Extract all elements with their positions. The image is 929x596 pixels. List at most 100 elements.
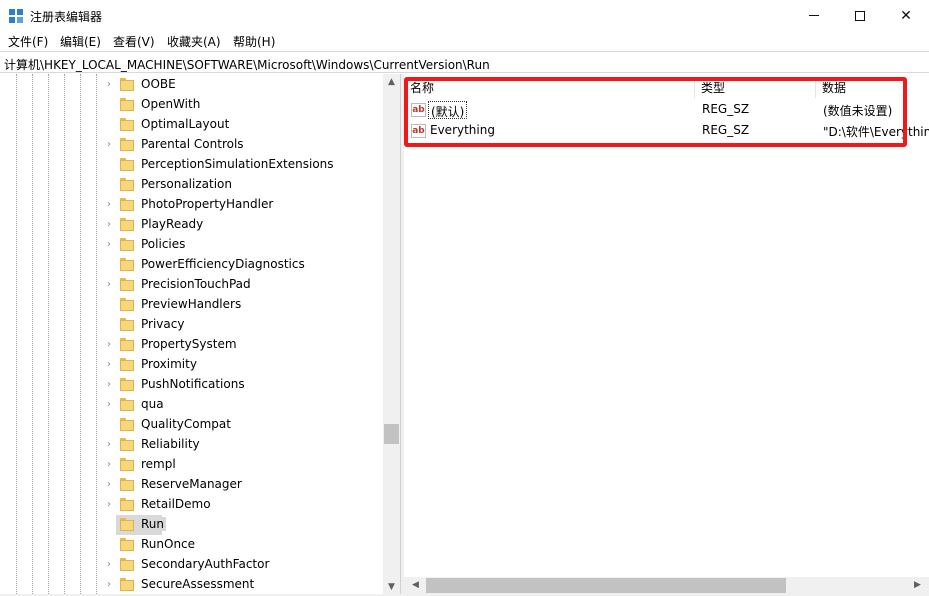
tree-item[interactable]: › PushNotifications <box>104 375 384 395</box>
menu-bar: 文件(F) 编辑(E) 查看(V) 收藏夹(A) 帮助(H) <box>0 31 929 51</box>
tree-item-label: RunOnce <box>141 537 196 551</box>
close-icon: ✕ <box>900 7 912 24</box>
expand-chevron-icon[interactable]: › <box>104 399 114 411</box>
tree-item[interactable]: Privacy <box>104 315 384 335</box>
tree-item[interactable]: › PlayReady <box>104 215 384 235</box>
expand-chevron-icon[interactable]: › <box>104 479 114 491</box>
title-bar: 注册表编辑器 ✕ <box>0 0 929 31</box>
folder-icon <box>120 558 134 571</box>
expand-chevron-icon[interactable]: › <box>104 79 114 91</box>
menu-help[interactable]: 帮助(H) <box>231 33 277 50</box>
folder-icon <box>120 118 134 131</box>
tree-item-label: PrecisionTouchPad <box>141 277 251 291</box>
values-pane[interactable]: 名称 类型 数据 ab (默认) REG_SZ (数值未设置) ab Every… <box>404 74 929 596</box>
tree-item[interactable]: OpenWith <box>104 95 384 115</box>
folder-icon <box>120 478 134 491</box>
folder-icon <box>120 498 134 511</box>
folder-icon <box>120 178 134 191</box>
folder-icon <box>120 458 134 471</box>
minimize-icon <box>809 15 819 16</box>
expand-chevron-icon[interactable]: › <box>104 279 114 291</box>
tree-item[interactable]: › Policies <box>104 235 384 255</box>
folder-icon <box>120 198 134 211</box>
folder-icon <box>120 438 134 451</box>
tree-item-label: rempl <box>141 457 176 471</box>
close-button[interactable]: ✕ <box>883 0 929 31</box>
expand-chevron-icon[interactable]: › <box>104 359 114 371</box>
tree-item-label: Parental Controls <box>141 137 244 151</box>
menu-file[interactable]: 文件(F) <box>6 33 50 50</box>
folder-icon <box>120 78 134 91</box>
tree-item[interactable]: RunOnce <box>104 535 384 555</box>
tree-item[interactable]: › Proximity <box>104 355 384 375</box>
tree-item[interactable]: QualityCompat <box>104 415 384 435</box>
tree-item-label: OOBE <box>141 77 176 91</box>
tree-item[interactable]: › SecondaryAuthFactor <box>104 555 384 575</box>
maximize-button[interactable] <box>837 0 883 31</box>
expand-chevron-icon[interactable]: › <box>104 219 114 231</box>
tree-item-label: SecondaryAuthFactor <box>141 557 270 571</box>
tree-item[interactable]: PerceptionSimulationExtensions <box>104 155 384 175</box>
tree-item-label: Privacy <box>141 317 185 331</box>
values-horizontal-scrollbar[interactable]: ◀ ▶ <box>404 577 929 594</box>
folder-icon <box>120 398 134 411</box>
expand-chevron-icon[interactable]: › <box>104 439 114 451</box>
tree-item[interactable]: PowerEfficiencyDiagnostics <box>104 255 384 275</box>
tree-item[interactable]: › qua <box>104 395 384 415</box>
tree-item-label: Personalization <box>141 177 232 191</box>
expand-chevron-icon[interactable]: › <box>104 559 114 571</box>
tree-item[interactable]: › rempl <box>104 455 384 475</box>
folder-icon <box>120 238 134 251</box>
tree-item[interactable]: › RetailDemo <box>104 495 384 515</box>
tree-item-label: PerceptionSimulationExtensions <box>141 157 334 171</box>
expand-chevron-icon[interactable]: › <box>104 139 114 151</box>
menu-edit[interactable]: 编辑(E) <box>58 33 103 50</box>
tree-item-label: QualityCompat <box>141 417 231 431</box>
folder-icon <box>120 218 134 231</box>
folder-icon <box>120 158 134 171</box>
window-title: 注册表编辑器 <box>30 10 103 24</box>
expand-chevron-icon[interactable]: › <box>104 579 114 591</box>
tree-item[interactable]: OptimalLayout <box>104 115 384 135</box>
tree-item-label: Reliability <box>141 437 200 451</box>
expand-chevron-icon[interactable]: › <box>104 339 114 351</box>
expand-chevron-icon[interactable]: › <box>104 199 114 211</box>
tree-item[interactable]: › ReserveManager <box>104 475 384 495</box>
folder-icon <box>120 278 134 291</box>
folder-icon <box>120 358 134 371</box>
tree-item[interactable]: › SecureAssessment <box>104 575 384 595</box>
tree-item[interactable]: › OOBE <box>104 75 384 95</box>
tree-item[interactable]: › PrecisionTouchPad <box>104 275 384 295</box>
tree-item[interactable]: › Parental Controls <box>104 135 384 155</box>
address-path[interactable]: 计算机\HKEY_LOCAL_MACHINE\SOFTWARE\Microsof… <box>4 56 490 73</box>
regedit-app-icon <box>9 9 23 23</box>
tree-item-label: OptimalLayout <box>141 117 230 131</box>
scroll-left-arrow-icon[interactable]: ◀ <box>407 577 424 594</box>
expand-chevron-icon[interactable]: › <box>104 379 114 391</box>
tree-item[interactable]: › PhotoPropertyHandler <box>104 195 384 215</box>
expand-chevron-icon[interactable]: › <box>104 239 114 251</box>
scroll-up-arrow-icon[interactable]: ▲ <box>383 74 400 91</box>
expand-chevron-icon[interactable]: › <box>104 499 114 511</box>
scroll-right-arrow-icon[interactable]: ▶ <box>909 577 926 594</box>
tree-item[interactable]: PreviewHandlers <box>104 295 384 315</box>
tree-item[interactable]: Personalization <box>104 175 384 195</box>
tree-scroll-thumb[interactable] <box>384 424 399 444</box>
folder-icon <box>120 378 134 391</box>
address-bar[interactable]: 计算机\HKEY_LOCAL_MACHINE\SOFTWARE\Microsof… <box>0 51 929 73</box>
tree-guide-lines <box>0 74 100 596</box>
menu-view[interactable]: 查看(V) <box>111 33 157 50</box>
tree-item[interactable]: Run <box>104 515 384 535</box>
values-scroll-thumb[interactable] <box>426 578 786 593</box>
key-tree-pane[interactable]: › OOBE OpenWith OptimalLayout › Parental Cont… <box>0 74 400 596</box>
tree-item[interactable]: › Reliability <box>104 435 384 455</box>
tree-vertical-scrollbar[interactable]: ▲ ▼ <box>383 74 400 596</box>
tree-item[interactable]: › PropertySystem <box>104 335 384 355</box>
tree-item-label: OpenWith <box>141 97 201 111</box>
minimize-button[interactable] <box>791 0 837 31</box>
tree-item-label: Proximity <box>141 357 197 371</box>
menu-favorites[interactable]: 收藏夹(A) <box>165 33 223 50</box>
tree-item-label: Run <box>139 517 167 531</box>
expand-chevron-icon[interactable]: › <box>104 459 114 471</box>
folder-icon <box>120 318 134 331</box>
